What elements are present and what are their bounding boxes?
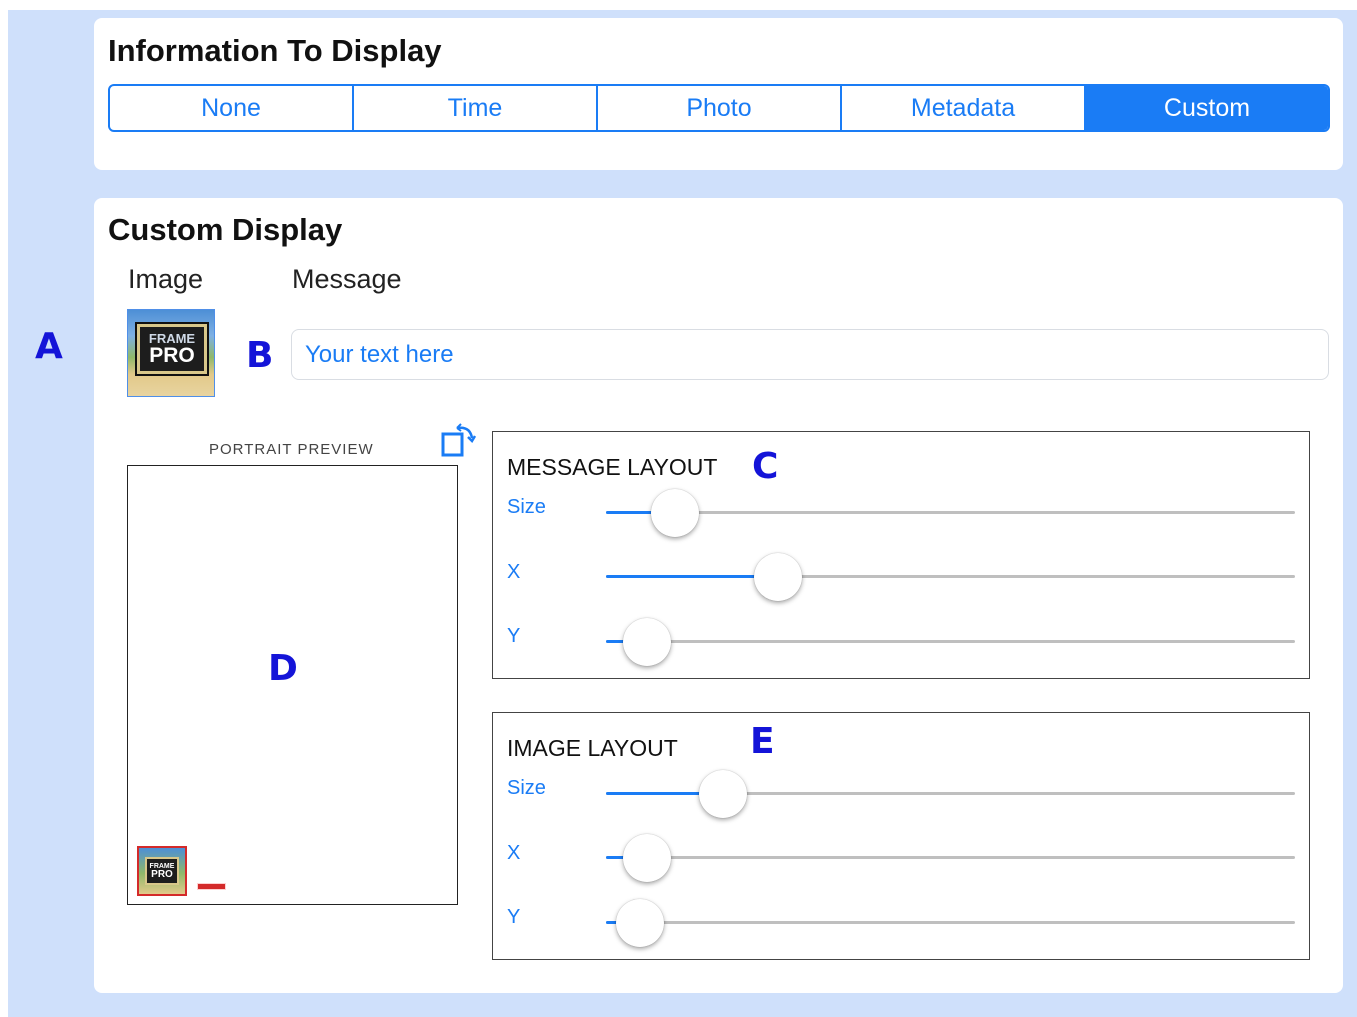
slider-knob[interactable]: [616, 899, 665, 947]
segment-photo[interactable]: Photo: [598, 86, 842, 130]
image-size-slider[interactable]: [606, 770, 1295, 818]
slider-knob[interactable]: [754, 553, 803, 601]
message-y-label: Y: [507, 625, 521, 647]
image-layout-panel: IMAGE LAYOUT E Size X Y: [492, 712, 1310, 960]
slider-knob[interactable]: [623, 618, 672, 666]
slider-knob[interactable]: [623, 834, 672, 882]
message-x-label: X: [507, 561, 521, 583]
segment-none[interactable]: None: [110, 86, 354, 130]
message-layout-title: MESSAGE LAYOUT: [507, 454, 718, 480]
message-input[interactable]: [291, 329, 1329, 380]
information-to-display-card: Information To Display None Time Photo M…: [94, 18, 1343, 170]
display-mode-segmented-control: None Time Photo Metadata Custom: [108, 84, 1330, 132]
slider-knob[interactable]: [699, 770, 748, 818]
marker-c: C: [752, 446, 779, 487]
segment-time[interactable]: Time: [354, 86, 598, 130]
image-x-slider[interactable]: [606, 834, 1295, 882]
custom-display-card: Custom Display Image Message FRAME PRO B…: [94, 198, 1343, 993]
marker-e: E: [750, 721, 775, 762]
marker-a: A: [35, 326, 63, 367]
message-size-slider[interactable]: [606, 489, 1295, 537]
image-y-label: Y: [507, 906, 521, 928]
message-size-label: Size: [507, 496, 546, 518]
marker-b: B: [246, 335, 274, 376]
segment-custom[interactable]: Custom: [1086, 86, 1328, 130]
preview-message-placement: [197, 883, 226, 890]
message-label: Message: [292, 264, 402, 294]
slider-knob[interactable]: [650, 489, 699, 537]
message-x-slider[interactable]: [606, 553, 1295, 601]
image-label: Image: [128, 264, 204, 294]
section-title-information: Information To Display: [108, 33, 442, 68]
image-x-label: X: [507, 842, 521, 864]
marker-d: D: [268, 648, 298, 689]
image-size-label: Size: [507, 777, 546, 799]
message-y-slider[interactable]: [606, 618, 1295, 666]
segment-metadata[interactable]: Metadata: [842, 86, 1086, 130]
image-y-slider[interactable]: [606, 899, 1295, 947]
frame-pro-logo: FRAME PRO: [135, 322, 209, 376]
message-layout-panel: MESSAGE LAYOUT C Size X Y: [492, 431, 1310, 679]
rotate-orientation-icon[interactable]: [440, 423, 476, 459]
image-layout-title: IMAGE LAYOUT: [507, 735, 678, 761]
preview-image-placement: FRAME PRO: [137, 846, 187, 896]
custom-image-picker[interactable]: FRAME PRO: [127, 309, 215, 397]
portrait-preview-caption: PORTRAIT PREVIEW: [209, 441, 374, 458]
portrait-preview: D FRAME PRO: [127, 465, 458, 905]
section-title-custom: Custom Display: [108, 212, 343, 247]
